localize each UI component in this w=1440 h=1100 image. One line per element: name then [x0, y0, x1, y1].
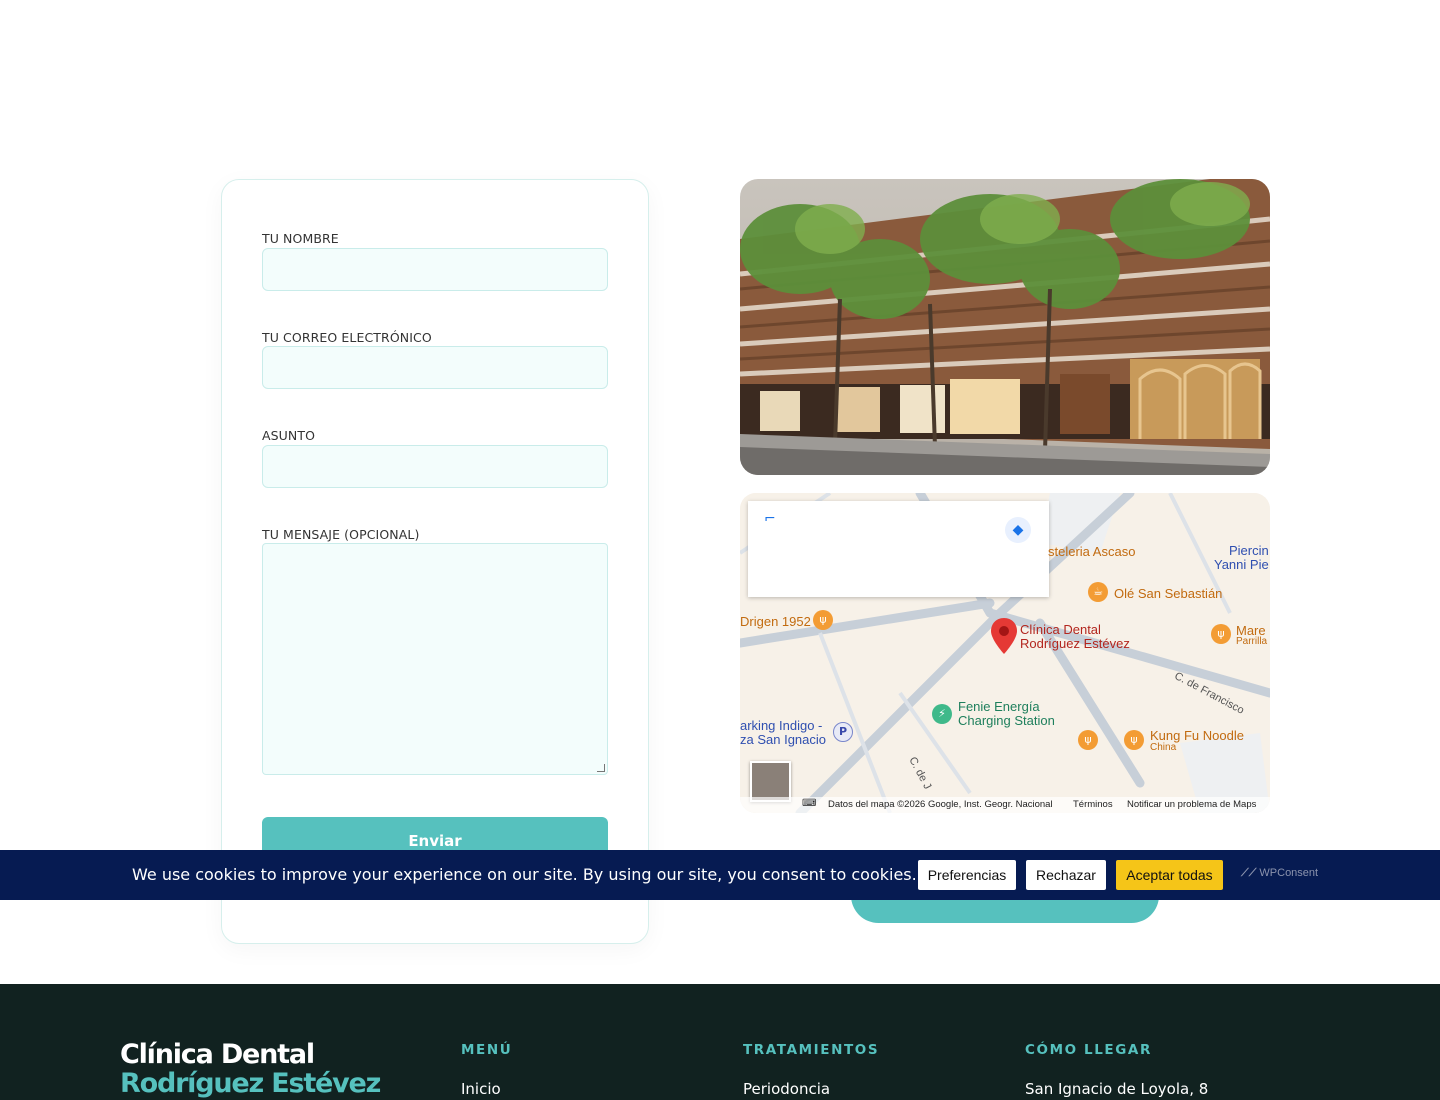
contact-form-card: TU NOMBRE TU CORREO ELECTRÓNICO ASUNTO T…: [221, 179, 649, 944]
page: TU NOMBRE TU CORREO ELECTRÓNICO ASUNTO T…: [0, 0, 1440, 1100]
map-place-label[interactable]: Olé San Sebastián: [1114, 586, 1222, 601]
wpconsent-logo[interactable]: ⟋⟋ WPConsent: [1241, 867, 1318, 880]
map-place-label[interactable]: Fenie Energía: [958, 699, 1040, 714]
map-place-label[interactable]: Kung Fu Noodle: [1150, 728, 1244, 743]
directions-icon[interactable]: ◆: [1005, 517, 1031, 543]
map-place-label[interactable]: steleria Ascaso: [1048, 544, 1135, 559]
wpconsent-label: WPConsent: [1259, 867, 1319, 879]
cookie-accept-button[interactable]: Aceptar todas: [1116, 860, 1223, 890]
cookie-preferences-button[interactable]: Preferencias: [918, 860, 1016, 890]
footer-directions-item[interactable]: San Ignacio de Loyola, 8: [1025, 1080, 1208, 1098]
map-place-label[interactable]: Charging Station: [958, 713, 1055, 728]
map-info-panel: ⌐ ◆: [748, 501, 1049, 597]
email-label: TU CORREO ELECTRÓNICO: [262, 330, 432, 345]
subject-label: ASUNTO: [262, 428, 316, 443]
parking-icon[interactable]: P: [833, 722, 853, 742]
map-place-label[interactable]: Drigen 1952: [740, 614, 811, 629]
footer-treatments-heading: TRATAMIENTOS: [743, 1042, 880, 1058]
map-terms-link[interactable]: Términos: [1073, 799, 1113, 810]
name-input[interactable]: [262, 248, 608, 291]
restaurant-icon[interactable]: ψ: [813, 610, 833, 630]
cookie-reject-button[interactable]: Rechazar: [1026, 860, 1106, 890]
google-map[interactable]: ⌐ ◆ steleria Ascaso Piercin Yanni Pie ☕ …: [740, 493, 1270, 813]
map-place-label[interactable]: Parrilla: [1236, 636, 1267, 647]
footer-brand-line1[interactable]: Clínica Dental: [120, 1039, 315, 1070]
keyboard-icon[interactable]: ⌨: [802, 798, 816, 809]
footer-treatments-item[interactable]: Periodoncia: [743, 1080, 830, 1098]
cafe-icon[interactable]: ☕: [1088, 582, 1108, 602]
restaurant-icon[interactable]: ψ: [1124, 730, 1144, 750]
map-attribution-bar: ⌨ Datos del mapa ©2026 Google, Inst. Geo…: [740, 797, 1270, 813]
site-footer: Clínica Dental Rodríguez Estévez MENÚ In…: [0, 984, 1440, 1100]
message-label: TU MENSAJE (OPCIONAL): [262, 527, 420, 542]
satellite-toggle-icon[interactable]: [750, 761, 791, 802]
map-place-label[interactable]: Clínica Dental: [1020, 622, 1101, 637]
email-input[interactable]: [262, 346, 608, 389]
building-image: [740, 179, 1270, 475]
cookie-banner: We use cookies to improve your experienc…: [0, 850, 1440, 900]
loading-indicator-icon: ⌐: [764, 511, 776, 527]
name-label: TU NOMBRE: [262, 231, 339, 246]
map-place-label[interactable]: Rodríguez Estévez: [1020, 636, 1130, 651]
map-place-label[interactable]: arking Indigo -: [740, 718, 822, 733]
message-textarea[interactable]: [262, 543, 608, 775]
subject-input[interactable]: [262, 445, 608, 488]
wpconsent-icon: ⟋⟋: [1241, 867, 1257, 879]
charging-station-icon[interactable]: ⚡: [932, 704, 952, 724]
map-attribution: Datos del mapa ©2026 Google, Inst. Geogr…: [828, 799, 1053, 810]
footer-menu-heading: MENÚ: [461, 1042, 513, 1058]
footer-directions-heading: CÓMO LLEGAR: [1025, 1042, 1152, 1058]
footer-menu-item[interactable]: Inicio: [461, 1080, 501, 1098]
map-place-label[interactable]: China: [1150, 742, 1176, 753]
restaurant-icon[interactable]: ψ: [1078, 730, 1098, 750]
map-place-label[interactable]: Yanni Pie: [1214, 557, 1269, 572]
map-report-link[interactable]: Notificar un problema de Maps: [1127, 799, 1256, 810]
resize-grip-icon[interactable]: [597, 764, 605, 772]
map-place-label[interactable]: Piercin: [1229, 543, 1269, 558]
clinic-marker-icon[interactable]: [991, 618, 1017, 654]
cookie-message: We use cookies to improve your experienc…: [132, 865, 917, 884]
clinic-building-photo: [740, 179, 1270, 475]
map-place-label[interactable]: za San Ignacio: [740, 732, 826, 747]
restaurant-icon[interactable]: ψ: [1211, 624, 1231, 644]
footer-brand-line2[interactable]: Rodríguez Estévez: [120, 1068, 381, 1099]
